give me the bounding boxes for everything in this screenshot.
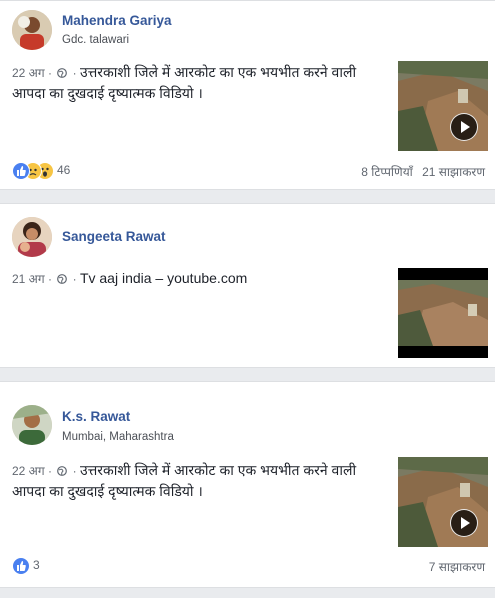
post-date[interactable]: 21 अग: [12, 272, 45, 286]
play-button[interactable]: [450, 509, 478, 537]
like-icon: [12, 557, 30, 575]
post-card: Mahendra Gariya Gdc. talawari 22 अग · · …: [0, 0, 495, 190]
video-thumbnail[interactable]: [398, 268, 488, 358]
post-date[interactable]: 22 अग: [12, 464, 45, 478]
reaction-count[interactable]: 3: [33, 558, 40, 572]
comments-count[interactable]: 8 टिप्पणियाँ: [361, 165, 413, 179]
avatar[interactable]: [12, 10, 52, 50]
author-name[interactable]: Sangeeta Rawat: [62, 229, 166, 244]
author-subtitle[interactable]: Mumbai, Maharashtra: [62, 431, 174, 443]
play-button[interactable]: [450, 113, 478, 141]
video-thumbnail[interactable]: [398, 61, 488, 151]
globe-icon: [57, 466, 68, 476]
reaction-count[interactable]: 46: [57, 163, 70, 177]
author-subtitle[interactable]: Gdc. talawari: [62, 34, 129, 46]
reactions-bar[interactable]: 3: [12, 557, 52, 575]
post-stats: 7 साझाकरण: [429, 558, 485, 575]
post-text: 21 अग · · Tv aaj india – youtube.com: [12, 270, 248, 286]
shares-count[interactable]: 7 साझाकरण: [429, 560, 485, 574]
avatar[interactable]: [12, 217, 52, 257]
post-card: K.s. Rawat Mumbai, Maharashtra 22 अग · ·…: [0, 381, 495, 588]
author-name[interactable]: K.s. Rawat: [62, 409, 130, 424]
avatar[interactable]: [12, 405, 52, 445]
video-thumbnail[interactable]: [398, 457, 488, 547]
author-name[interactable]: Mahendra Gariya: [62, 13, 172, 28]
reactions-bar[interactable]: 46: [12, 162, 102, 180]
globe-icon: [57, 68, 68, 78]
post-body[interactable]: Tv aaj india – youtube.com: [80, 270, 247, 286]
post-date[interactable]: 22 अग: [12, 66, 45, 80]
post-stats: 8 टिप्पणियाँ 21 साझाकरण: [361, 163, 485, 180]
post-text: 22 अग · · उत्तरकाशी जिले में आरकोट का एक…: [12, 462, 357, 499]
shares-count[interactable]: 21 साझाकरण: [422, 165, 485, 179]
post-card: Sangeeta Rawat 21 अग · · Tv aaj india – …: [0, 203, 495, 368]
globe-icon: [57, 274, 68, 284]
like-icon: [12, 162, 30, 180]
post-text: 22 अग · · उत्तरकाशी जिले में आरकोट का एक…: [12, 64, 357, 101]
